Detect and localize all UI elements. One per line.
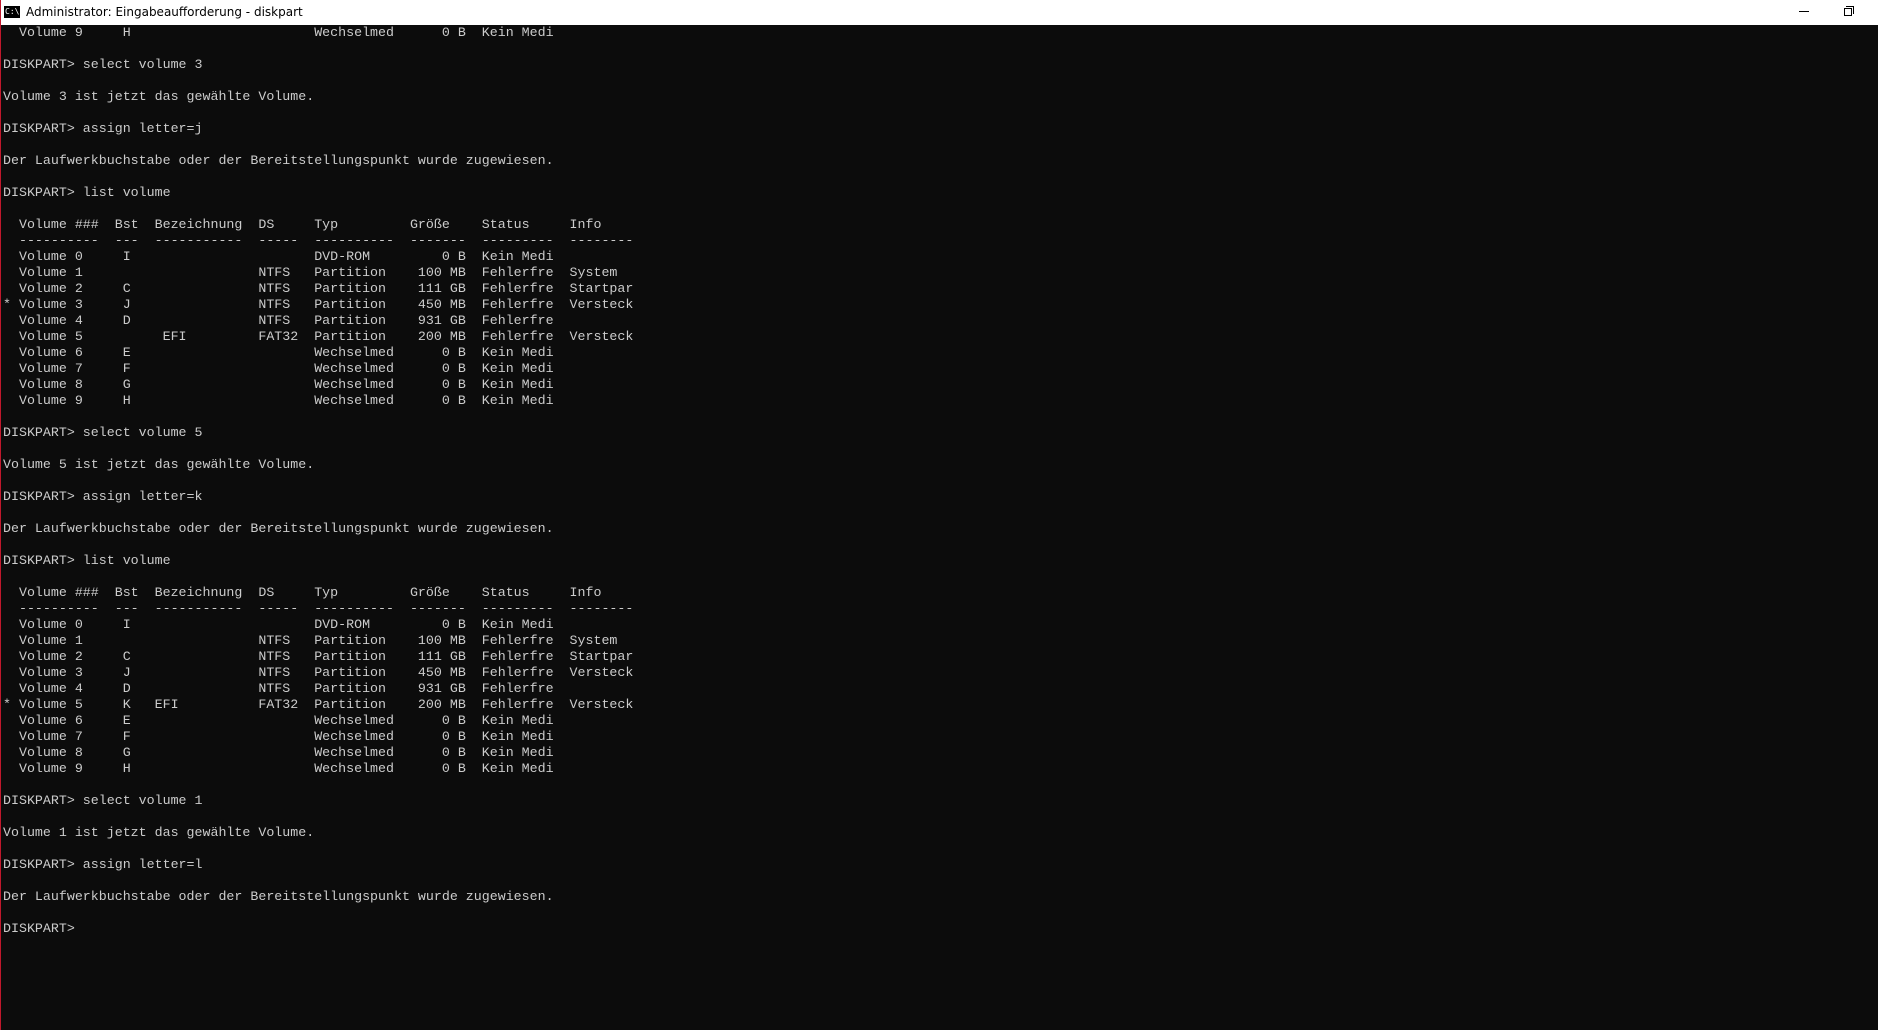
volume-row: Volume 9 H Wechselmed 0 B Kein Medi — [3, 25, 554, 40]
table-header: Volume ### Bst Bezeichnung DS Typ Größe … — [3, 585, 602, 600]
volume-row: Volume 3 ist jetzt das gewählte Volume. — [3, 89, 315, 104]
volume-row: Volume 0 I DVD-ROM 0 B Kein Medi — [3, 249, 554, 264]
volume-row: Volume 2 C NTFS Partition 111 GB Fehlerf… — [3, 649, 634, 664]
console-line: Der Laufwerkbuchstabe oder der Bereitste… — [3, 889, 554, 904]
volume-row: Volume 4 D NTFS Partition 931 GB Fehlerf… — [3, 681, 554, 696]
volume-row: Volume 7 F Wechselmed 0 B Kein Medi — [3, 361, 554, 376]
volume-row: Volume 2 C NTFS Partition 111 GB Fehlerf… — [3, 281, 634, 296]
command-line: DISKPART> list volume — [3, 185, 171, 200]
command-prompt-icon[interactable]: C:\ — [4, 6, 20, 18]
volume-row: Volume 1 ist jetzt das gewählte Volume. — [3, 825, 315, 840]
command-line: DISKPART> assign letter=l — [3, 857, 203, 872]
volume-row: Volume 1 NTFS Partition 100 MB Fehlerfre… — [3, 633, 618, 648]
minimize-button[interactable] — [1781, 0, 1827, 25]
volume-row: Volume 5 EFI FAT32 Partition 200 MB Fehl… — [3, 329, 634, 344]
title-bar[interactable]: C:\ Administrator: Eingabeaufforderung -… — [1, 0, 1878, 25]
restore-icon — [1844, 8, 1852, 16]
minimize-icon — [1799, 11, 1809, 12]
volume-row: Volume 3 J NTFS Partition 450 MB Fehlerf… — [3, 665, 634, 680]
volume-row: Volume 1 NTFS Partition 100 MB Fehlerfre… — [3, 265, 618, 280]
command-line: DISKPART> select volume 3 — [3, 57, 203, 72]
command-prompt-window: C:\ Administrator: Eingabeaufforderung -… — [0, 0, 1878, 1030]
volume-row: Volume 7 F Wechselmed 0 B Kein Medi — [3, 729, 554, 744]
table-separator: ---------- --- ----------- ----- -------… — [3, 601, 634, 616]
table-header: Volume ### Bst Bezeichnung DS Typ Größe … — [3, 217, 602, 232]
volume-row: Volume 5 ist jetzt das gewählte Volume. — [3, 457, 315, 472]
command-line: DISKPART> — [3, 921, 75, 936]
volume-row: Volume 6 E Wechselmed 0 B Kein Medi — [3, 345, 554, 360]
console-output[interactable]: Volume 9 H Wechselmed 0 B Kein Medi DISKP… — [3, 25, 1873, 1025]
volume-row: Volume 8 G Wechselmed 0 B Kein Medi — [3, 377, 554, 392]
volume-row: * Volume 3 J NTFS Partition 450 MB Fehle… — [3, 297, 634, 312]
volume-row: * Volume 5 K EFI FAT32 Partition 200 MB … — [3, 697, 634, 712]
console-line: Der Laufwerkbuchstabe oder der Bereitste… — [3, 521, 554, 536]
volume-row: Volume 9 H Wechselmed 0 B Kein Medi — [3, 393, 554, 408]
command-line: DISKPART> select volume 1 — [3, 793, 203, 808]
command-line: DISKPART> list volume — [3, 553, 171, 568]
console-line: Der Laufwerkbuchstabe oder der Bereitste… — [3, 153, 554, 168]
volume-row: Volume 0 I DVD-ROM 0 B Kein Medi — [3, 617, 554, 632]
window-title: Administrator: Eingabeaufforderung - dis… — [26, 5, 303, 19]
command-line: DISKPART> assign letter=j — [3, 121, 203, 136]
volume-row: Volume 6 E Wechselmed 0 B Kein Medi — [3, 713, 554, 728]
table-separator: ---------- --- ----------- ----- -------… — [3, 233, 634, 248]
restore-button[interactable] — [1827, 0, 1873, 25]
volume-row: Volume 9 H Wechselmed 0 B Kein Medi — [3, 761, 554, 776]
command-line: DISKPART> assign letter=k — [3, 489, 203, 504]
command-line: DISKPART> select volume 5 — [3, 425, 203, 440]
volume-row: Volume 4 D NTFS Partition 931 GB Fehlerf… — [3, 313, 554, 328]
volume-row: Volume 8 G Wechselmed 0 B Kein Medi — [3, 745, 554, 760]
